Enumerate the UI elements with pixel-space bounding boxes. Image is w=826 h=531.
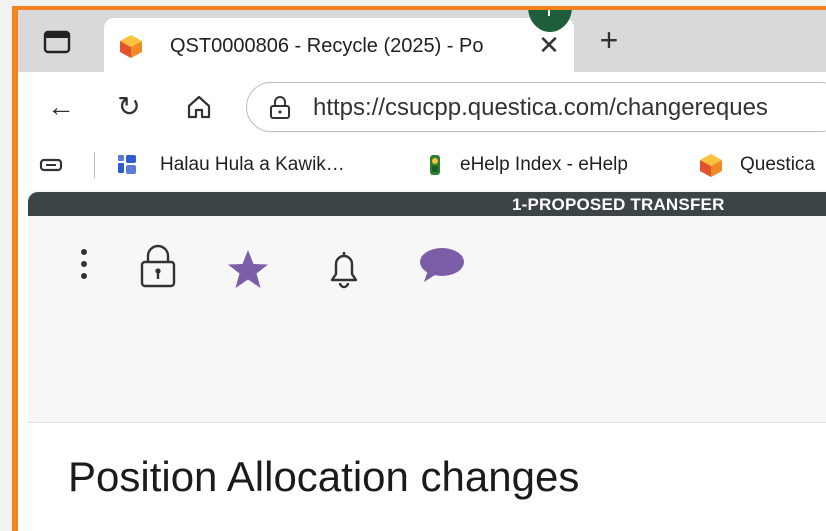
- site-info-icon[interactable]: [267, 95, 293, 121]
- chat-icon: [420, 248, 464, 282]
- vertical-dots-icon: [81, 249, 87, 279]
- new-tab-button[interactable]: +: [594, 24, 624, 56]
- star-icon: [228, 250, 268, 288]
- bookmark-ehelp[interactable]: eHelp Index - eHelp: [460, 154, 628, 176]
- status-banner: 1-PROPOSED TRANSFER: [28, 192, 826, 216]
- browser-tab-active[interactable]: QST0000806 - Recycle (2025) - Po ✕: [104, 18, 574, 72]
- bookmarks-bar: Halau Hula a Kawik… eHelp Index - eHelp …: [18, 142, 826, 188]
- notifications-button[interactable]: [322, 240, 366, 300]
- lock-button[interactable]: [136, 240, 180, 300]
- tab-close-button[interactable]: ✕: [534, 30, 564, 60]
- browser-toolbar: ← ↻ https://csucpp.questica.com/changere…: [18, 72, 826, 142]
- position-allocation-section: Position Allocation changes: [28, 423, 826, 531]
- page-content: 1-PROPOSED TRANSFER Position Allocation …: [28, 190, 826, 531]
- comments-button[interactable]: [418, 240, 466, 300]
- action-toolbar: [68, 240, 528, 300]
- lock-icon: [140, 244, 176, 288]
- questica-icon: [118, 33, 144, 59]
- bookmark-halau[interactable]: Halau Hula a Kawik…: [160, 154, 345, 176]
- bookmark-app-icon: [116, 152, 142, 178]
- url-text: https://csucpp.questica.com/changereques: [313, 94, 768, 121]
- more-menu-button[interactable]: [76, 240, 92, 300]
- bookmark-questica[interactable]: Questica: [740, 154, 815, 176]
- status-banner-text: 1-PROPOSED TRANSFER: [512, 195, 725, 214]
- address-bar[interactable]: https://csucpp.questica.com/changereques: [246, 82, 826, 132]
- browser-window: QST0000806 - Recycle (2025) - Po ✕ + ← ↻…: [18, 10, 826, 531]
- back-button[interactable]: ←: [44, 90, 78, 124]
- section-title: Position Allocation changes: [68, 453, 580, 500]
- reload-button[interactable]: ↻: [112, 90, 146, 124]
- bookmarks-separator: [94, 152, 95, 178]
- ehelp-icon: [422, 152, 448, 178]
- favorite-button[interactable]: [224, 240, 272, 300]
- questica-icon: [698, 152, 724, 178]
- tab-actions-icon[interactable]: [42, 30, 72, 54]
- tab-bar: QST0000806 - Recycle (2025) - Po ✕ +: [18, 10, 826, 72]
- tab-title: QST0000806 - Recycle (2025) - Po: [170, 35, 484, 57]
- reading-list-icon[interactable]: [38, 152, 64, 178]
- bell-icon: [330, 252, 358, 289]
- home-icon: [187, 95, 211, 119]
- home-button[interactable]: [182, 90, 216, 124]
